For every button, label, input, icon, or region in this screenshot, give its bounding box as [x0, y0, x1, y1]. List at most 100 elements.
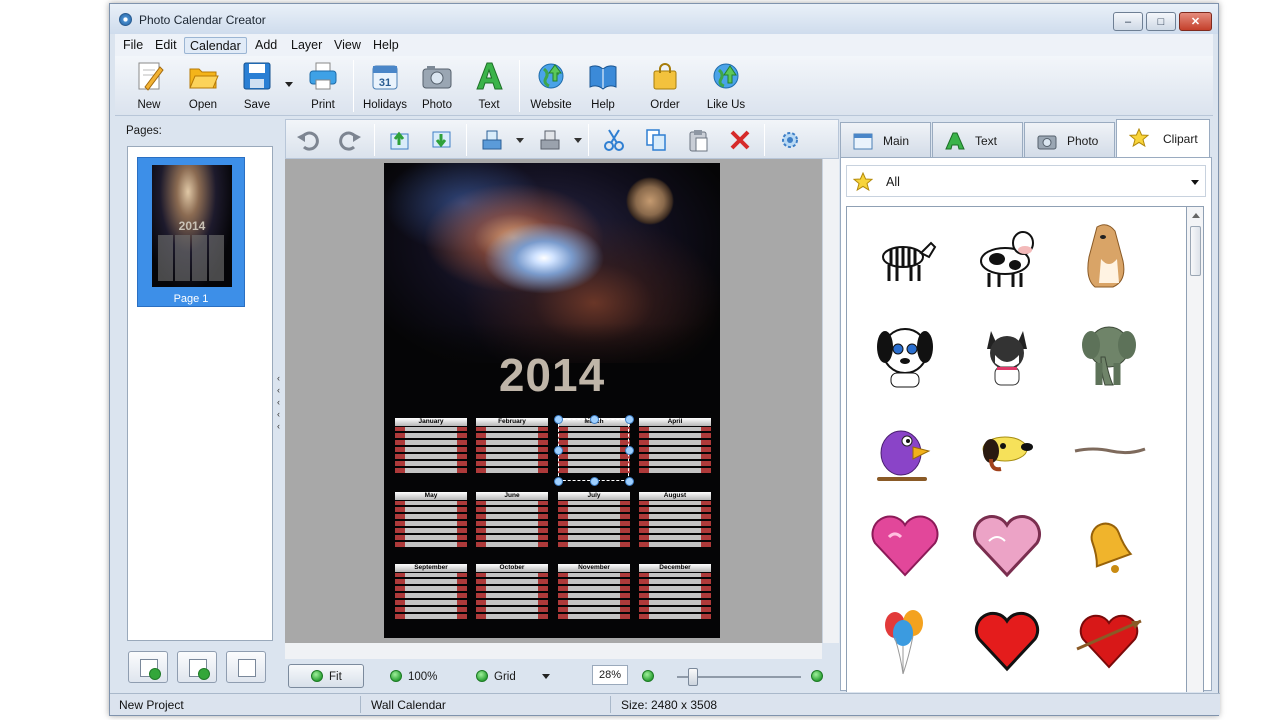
menu-add[interactable]: Add	[250, 37, 282, 54]
resize-handle[interactable]	[554, 477, 563, 486]
resize-handle[interactable]	[590, 477, 599, 486]
resize-handle[interactable]	[625, 415, 634, 424]
arrange-dropdown-arrow[interactable]	[574, 138, 582, 143]
app-window: Photo Calendar Creator – □ ✕ File Edit C…	[109, 3, 1220, 716]
calendar-poster[interactable]: 2014 January February March April May Ju…	[384, 163, 720, 638]
zoom-slider-thumb[interactable]	[688, 668, 698, 686]
tab-main[interactable]: Main	[840, 122, 931, 157]
clipart-collie-dog[interactable]	[1071, 219, 1147, 295]
clipart-rope[interactable]	[1071, 413, 1147, 489]
canvas-vertical-scrollbar[interactable]	[822, 159, 839, 643]
grid-button[interactable]: Grid	[476, 670, 516, 683]
clipart-bell[interactable]	[1071, 507, 1147, 583]
clipart-zebra[interactable]	[867, 219, 943, 295]
scroll-thumb[interactable]	[1190, 226, 1201, 276]
send-backward-button[interactable]	[430, 128, 454, 152]
poster-year-text[interactable]: 2014	[384, 348, 720, 402]
clipart-husky-puppy[interactable]	[969, 317, 1045, 393]
menu-view[interactable]: View	[329, 37, 366, 54]
print-button[interactable]: Print	[297, 61, 349, 113]
month-calendar[interactable]: June	[476, 492, 548, 550]
new-document-icon	[133, 61, 165, 91]
close-button[interactable]: ✕	[1179, 12, 1212, 31]
copy-button[interactable]	[644, 128, 668, 152]
clipart-dalmatian-puppy[interactable]	[867, 317, 943, 393]
text-button[interactable]: Text	[463, 61, 515, 113]
zoom-level-input[interactable]: 28%	[592, 665, 628, 685]
website-button[interactable]: Website	[525, 61, 577, 113]
open-button[interactable]: Open	[177, 61, 229, 113]
clipart-elephant[interactable]	[1071, 317, 1147, 393]
canvas-horizontal-scrollbar[interactable]	[285, 643, 822, 659]
zoom-out-icon[interactable]	[811, 670, 823, 682]
new-button[interactable]: New	[123, 61, 175, 113]
selection-box[interactable]	[554, 415, 634, 486]
minimize-button[interactable]: –	[1113, 12, 1143, 31]
month-calendar[interactable]: January	[395, 418, 467, 476]
menu-file[interactable]: File	[118, 37, 148, 54]
tab-text[interactable]: Text	[932, 122, 1023, 157]
clipart-heart-with-arrow[interactable]	[1071, 603, 1147, 679]
clipart-cow[interactable]	[969, 219, 1045, 295]
insert-page-button[interactable]	[177, 651, 217, 683]
month-calendar[interactable]: October	[476, 564, 548, 622]
delete-button[interactable]	[728, 128, 752, 152]
help-button[interactable]: Help	[577, 61, 629, 113]
clipart-category-select[interactable]: All	[846, 165, 1206, 197]
redo-button[interactable]	[338, 128, 362, 152]
clipart-vertical-scrollbar[interactable]	[1187, 206, 1204, 692]
zoom-100-button[interactable]: 100%	[390, 670, 437, 683]
grid-dropdown-arrow[interactable]	[542, 674, 550, 679]
month-calendar[interactable]: November	[558, 564, 630, 622]
clipart-red-heart[interactable]	[969, 603, 1045, 679]
cut-button[interactable]	[602, 128, 626, 152]
scroll-up-arrow-icon[interactable]	[1192, 213, 1200, 218]
tab-photo[interactable]: Photo	[1024, 122, 1115, 157]
menu-layer[interactable]: Layer	[286, 37, 327, 54]
align-dropdown-arrow[interactable]	[516, 138, 524, 143]
clipart-dachshund[interactable]	[969, 413, 1045, 489]
month-calendar[interactable]: April	[639, 418, 711, 476]
paste-button[interactable]	[686, 128, 710, 152]
properties-button[interactable]	[778, 128, 802, 152]
order-button[interactable]: Order	[639, 61, 691, 113]
month-calendar[interactable]: July	[558, 492, 630, 550]
resize-handle[interactable]	[625, 477, 634, 486]
resize-handle[interactable]	[590, 415, 599, 424]
undo-button[interactable]	[296, 128, 320, 152]
right-panel-tabs: Main Text Photo Clipart	[840, 119, 1212, 158]
status-calendar-type: Wall Calendar	[371, 698, 446, 712]
month-calendar[interactable]: September	[395, 564, 467, 622]
save-button[interactable]: Save	[231, 61, 283, 113]
tab-clipart[interactable]: Clipart	[1116, 119, 1210, 158]
menu-help[interactable]: Help	[368, 37, 404, 54]
menu-edit[interactable]: Edit	[150, 37, 182, 54]
align-button[interactable]	[480, 128, 504, 152]
zoom-in-icon[interactable]	[642, 670, 654, 682]
panel-collapse-grip[interactable]: ‹ ‹ ‹ ‹ ‹	[277, 372, 283, 434]
bring-forward-button[interactable]	[388, 128, 412, 152]
month-calendar[interactable]: August	[639, 492, 711, 550]
menu-calendar[interactable]: Calendar	[184, 37, 247, 54]
photo-button[interactable]: Photo	[411, 61, 463, 113]
maximize-button[interactable]: □	[1146, 12, 1176, 31]
clipart-glitter-heart[interactable]	[969, 507, 1045, 583]
holidays-button[interactable]: 31 Holidays	[359, 61, 411, 113]
resize-handle[interactable]	[554, 446, 563, 455]
arrange-button[interactable]	[538, 128, 562, 152]
month-calendar[interactable]: December	[639, 564, 711, 622]
fit-button[interactable]: Fit	[288, 664, 364, 688]
resize-handle[interactable]	[554, 415, 563, 424]
save-dropdown-arrow[interactable]	[285, 82, 293, 87]
clipart-balloons[interactable]	[867, 603, 943, 679]
page-thumbnail[interactable]: 2014 Page 1	[137, 157, 245, 307]
svg-text:31: 31	[379, 77, 391, 89]
add-page-button[interactable]	[128, 651, 168, 683]
clipart-pink-heart[interactable]	[867, 507, 943, 583]
month-calendar[interactable]: February	[476, 418, 548, 476]
resize-handle[interactable]	[625, 446, 634, 455]
delete-page-button[interactable]	[226, 651, 266, 683]
clipart-purple-bird[interactable]	[867, 413, 943, 489]
like-us-button[interactable]: Like Us	[700, 61, 752, 113]
month-calendar[interactable]: May	[395, 492, 467, 550]
